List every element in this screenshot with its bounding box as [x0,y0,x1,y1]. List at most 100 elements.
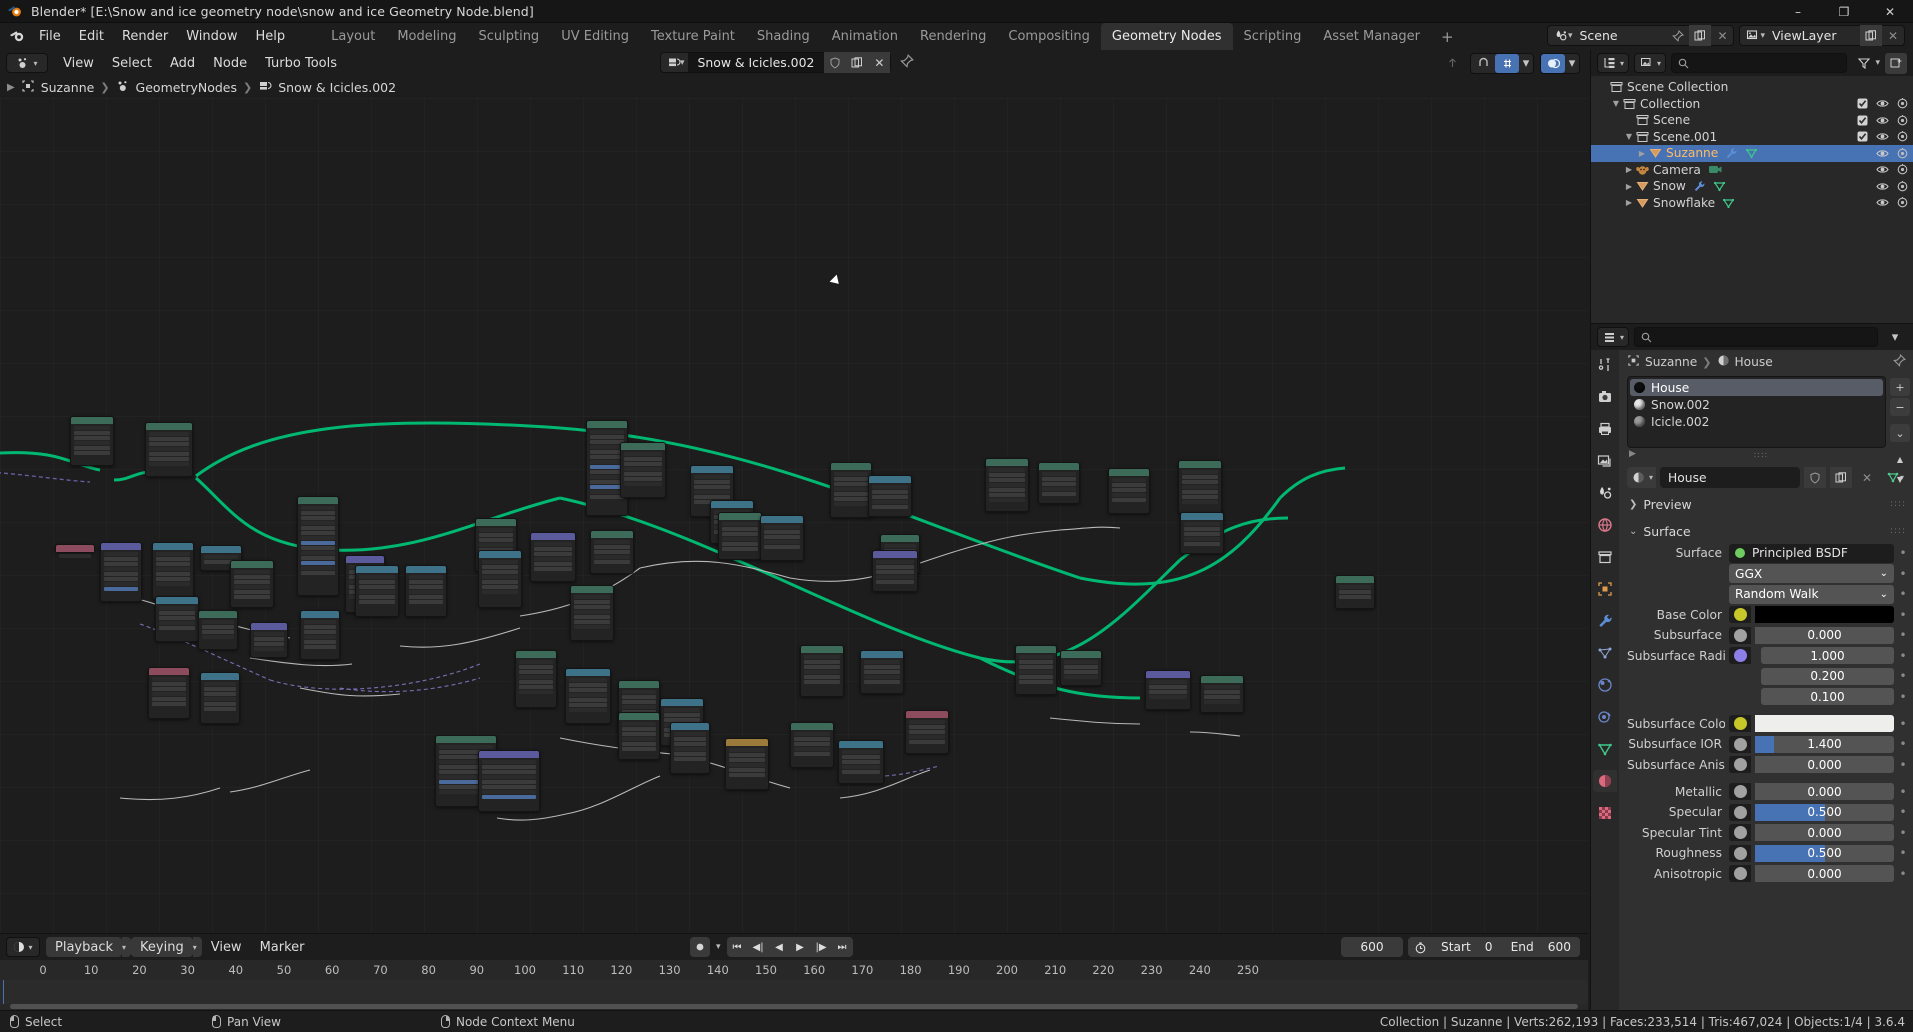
workspace-tab-asset-manager[interactable]: Asset Manager [1312,23,1431,50]
render-visibility-icon[interactable] [1896,196,1909,209]
graph-node[interactable] [590,530,634,574]
menu-edit[interactable]: Edit [70,27,113,47]
editor-type-selector[interactable]: ▾ [6,53,48,73]
vector-component-input[interactable]: 1.000 [1761,647,1894,664]
input-socket[interactable] [1729,865,1751,882]
value-slider[interactable]: 0.500 [1755,844,1894,862]
slot-grip[interactable]: :::: [1754,450,1769,459]
exclude-checkbox[interactable] [1856,130,1869,143]
input-socket[interactable] [1729,715,1751,732]
fake-user-button[interactable] [1804,467,1826,488]
node-group-name[interactable]: Snow & Icicles.002 [687,53,825,72]
timeline-editor-type[interactable]: ▾ [6,937,40,957]
animate-property-icon[interactable]: • [1898,805,1908,819]
use-preview-range-icon[interactable] [1408,941,1432,954]
workspace-tab-shading[interactable]: Shading [746,23,821,50]
breadcrumb-modifier[interactable]: GeometryNodes [136,80,237,95]
move-slot-down-button[interactable]: ▼ [1890,470,1910,488]
node-graph-canvas[interactable] [0,98,1588,983]
material-name-input[interactable]: House [1660,467,1800,488]
panel-surface[interactable]: ⌄ Surface :::: [1627,520,1906,542]
view-layer-icon[interactable] [1593,450,1617,472]
breadcrumb-material[interactable]: House [1735,355,1773,369]
outliner-row-scene[interactable]: Scene [1591,112,1913,129]
start-frame-input[interactable]: Start 0 [1432,940,1502,954]
color-swatch[interactable] [1755,715,1894,732]
slot-expand-icon[interactable]: ▶ [1629,449,1636,459]
breadcrumb-expand-icon[interactable]: ▶ [7,82,15,93]
graph-node[interactable] [985,458,1029,512]
animate-property-icon[interactable]: • [1898,785,1908,799]
graph-node[interactable] [760,515,804,561]
visibility-eye-icon[interactable] [1876,163,1889,176]
graph-node[interactable] [250,622,288,658]
modifier-icon[interactable] [1693,180,1706,192]
breadcrumb-nodegroup[interactable]: Snow & Icicles.002 [278,80,396,95]
input-socket[interactable] [1729,824,1751,841]
graph-node[interactable] [148,667,190,719]
visibility-eye-icon[interactable] [1876,147,1889,160]
properties-search-input[interactable] [1634,327,1878,347]
add-material-slot-button[interactable]: + [1890,378,1910,396]
timeline-track[interactable] [0,980,1588,1004]
input-socket[interactable] [1729,626,1751,644]
input-socket[interactable] [1729,756,1751,773]
graph-node[interactable] [838,740,884,784]
outliner-row-collection[interactable]: ▼ Collection [1591,96,1913,113]
new-collection-button[interactable] [1885,52,1907,74]
expand-arrow-icon[interactable]: ▶ [1623,165,1635,174]
auto-keying-button[interactable] [690,937,710,957]
graph-node[interactable] [905,710,949,754]
current-frame-input[interactable]: 600 [1341,937,1404,957]
render-visibility-icon[interactable] [1896,163,1909,176]
node-menu-node[interactable]: Node [204,53,256,73]
snap-magnet-icon[interactable] [1471,54,1495,73]
graph-node[interactable] [872,550,918,592]
value-slider[interactable]: 0.000 [1755,626,1894,644]
value-slider[interactable]: 0.000 [1755,756,1894,773]
timeline-menu-keying[interactable]: Keying [131,937,193,957]
blender-menu-icon[interactable] [8,28,30,46]
chevron-down-icon[interactable]: ▾ [1875,58,1880,68]
graph-node[interactable] [570,585,614,641]
remove-material-slot-button[interactable]: − [1890,398,1910,416]
outliner-row-camera[interactable]: ▶ Camera [1591,162,1913,179]
timeline-playhead[interactable] [3,980,4,1004]
graph-node[interactable] [198,610,238,650]
animate-property-icon[interactable]: • [1898,846,1908,860]
graph-node[interactable] [618,712,660,760]
workspace-tab-uv-editing[interactable]: UV Editing [550,23,640,50]
subsurface-method-dropdown[interactable]: Random Walk ⌄ [1729,584,1894,604]
scene-icon[interactable] [1593,482,1617,504]
output-icon[interactable] [1593,418,1617,440]
graph-node[interactable] [868,475,912,517]
collection-properties-icon[interactable] [1593,546,1617,568]
outliner-row-scene-001[interactable]: ▼ Scene.001 [1591,129,1913,146]
camera-data-icon[interactable] [1708,163,1723,176]
graph-node[interactable] [1178,460,1222,514]
node-menu-select[interactable]: Select [103,53,161,73]
timeline-ruler[interactable]: 0 10 20 30 40 50 60 70 80 90 100 110 120 130 140 150 160… [0,960,1588,980]
graph-node[interactable] [830,462,872,518]
workspace-tab-scripting[interactable]: Scripting [1233,23,1313,50]
snap-target-icon[interactable] [1495,54,1519,73]
render-visibility-icon[interactable] [1896,114,1909,127]
panel-preview[interactable]: ❯ Preview :::: [1627,493,1906,515]
graph-node[interactable] [155,596,199,642]
workspace-tab-geometry-nodes[interactable]: Geometry Nodes [1100,23,1233,50]
previous-keyframe-button[interactable]: ◀| [748,937,769,957]
workspace-tab-rendering[interactable]: Rendering [909,23,997,50]
graph-node[interactable] [100,542,142,602]
viewlayer-selector[interactable]: ▾ ViewLayer ✕ [1739,25,1905,46]
material-slot-list[interactable]: House Snow.002 Icicle.002 [1627,376,1886,448]
animate-property-icon[interactable]: • [1898,826,1908,840]
render-visibility-icon[interactable] [1896,97,1909,110]
unlink-scene-button[interactable]: ✕ [1711,25,1733,46]
add-workspace-button[interactable]: + [1431,23,1464,50]
parent-nodetree-icon[interactable] [1440,54,1464,73]
exclude-checkbox[interactable] [1856,97,1869,110]
mesh-data-icon[interactable] [1713,180,1726,192]
texture-properties-icon[interactable] [1593,802,1617,824]
graph-node[interactable] [718,512,762,560]
fake-user-button[interactable] [824,52,847,73]
